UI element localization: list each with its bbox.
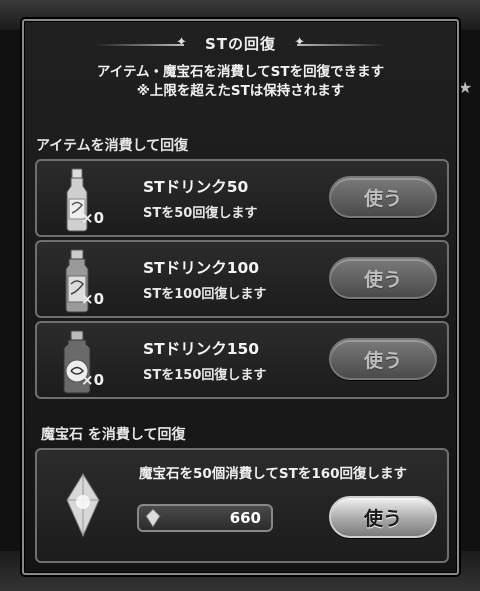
item-card-st-drink-50: ×0 STドリンク50 STを50回復します 使う [35,159,449,237]
gem-description: 魔宝石を50個消費してSTを160回復します [139,466,407,482]
gem-recovery-card: 魔宝石を50個消費してSTを160回復します 660 使う [35,448,449,563]
item-card-st-drink-150: ×0 STドリンク150 STを150回復します 使う [35,321,449,399]
st-recovery-dialog: ✦ STの回復 ✦ アイテム・魔宝石を消費してSTを回復できます ※上限を超えた… [22,19,459,575]
item-quantity: ×0 [81,290,105,308]
use-button-gem[interactable]: 使う [329,496,437,538]
item-description: STを150回復します [143,368,267,383]
star-icon: ★ [458,78,473,97]
dialog-description: アイテム・魔宝石を消費してSTを回復できます ※上限を超えたSTは保持されます [24,63,457,101]
use-button-st-drink-100[interactable]: 使う [329,257,437,299]
magic-gem-icon [66,473,100,538]
use-button-st-drink-50[interactable]: 使う [329,176,437,218]
item-name: STドリンク100 [143,259,260,277]
description-line-1: アイテム・魔宝石を消費してSTを回復できます [96,64,385,80]
item-quantity: ×0 [81,371,105,389]
item-description: STを100回復します [143,287,267,302]
description-line-2: ※上限を超えたSTは保持されます [136,83,345,99]
items-section-label: アイテムを消費して回復 [36,138,189,154]
sparkle-icon: ✦ [176,35,187,50]
gem-count: 660 [229,509,261,527]
gem-section-label: 魔宝石 を消費して回復 [41,427,186,443]
title-line-left [94,44,184,46]
title-row: ✦ STの回復 ✦ [24,33,457,57]
use-button-st-drink-150[interactable]: 使う [329,338,437,380]
gem-count-bar: 660 [137,504,273,532]
dialog-title: STの回復 [204,35,277,53]
sparkle-icon: ✦ [294,35,305,50]
item-description: STを50回復します [143,206,258,221]
item-card-st-drink-100: ×0 STドリンク100 STを100回復します 使う [35,240,449,318]
title-line-right [297,44,387,46]
magic-gem-icon [145,508,161,528]
item-quantity: ×0 [81,209,105,227]
item-name: STドリンク150 [143,340,260,358]
item-name: STドリンク50 [143,178,249,196]
